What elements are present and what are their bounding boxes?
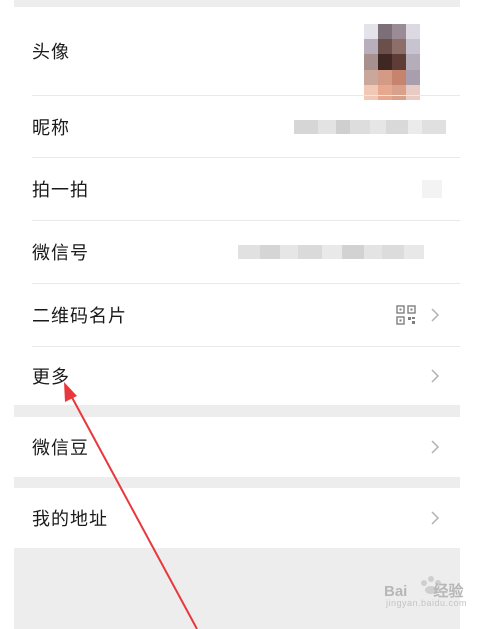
wechat-beans-label: 微信豆 — [32, 438, 89, 459]
avatar[interactable] — [364, 24, 420, 100]
nickname-label: 昵称 — [32, 118, 70, 139]
watermark-url: jingyan.baidu.com — [386, 598, 468, 608]
pat-label: 拍一拍 — [32, 180, 89, 201]
chevron-right-icon — [431, 440, 440, 454]
avatar-label: 头像 — [32, 42, 70, 63]
wechat-id-label: 微信号 — [32, 243, 89, 264]
nickname-value-blurred — [294, 120, 446, 134]
settings-screen: 头像 昵称 拍一拍 微信号 二维码名片 更多 微信豆 我的地址 — [14, 0, 460, 629]
my-address-label: 我的地址 — [32, 509, 108, 530]
wechat-id-row[interactable]: 微信号 — [14, 221, 460, 283]
my-address-row[interactable]: 我的地址 — [14, 488, 460, 548]
chevron-right-icon — [431, 511, 440, 525]
address-group: 我的地址 — [14, 488, 460, 548]
qr-card-row[interactable]: 二维码名片 — [14, 284, 460, 346]
more-label: 更多 — [32, 367, 70, 388]
qr-card-label: 二维码名片 — [32, 306, 127, 327]
wechat-beans-row[interactable]: 微信豆 — [14, 417, 460, 477]
chevron-right-icon — [431, 308, 440, 322]
profile-info-group: 头像 昵称 拍一拍 微信号 二维码名片 更多 — [14, 7, 460, 405]
qr-code-icon — [396, 305, 416, 325]
pat-value-blurred — [422, 180, 442, 198]
nickname-row[interactable]: 昵称 — [14, 96, 460, 158]
wechat-id-value-blurred — [238, 245, 424, 259]
avatar-row[interactable]: 头像 — [14, 7, 460, 100]
pat-row[interactable]: 拍一拍 — [14, 158, 460, 220]
chevron-right-icon — [431, 369, 440, 383]
more-row[interactable]: 更多 — [14, 347, 460, 405]
wechat-beans-group: 微信豆 — [14, 417, 460, 477]
